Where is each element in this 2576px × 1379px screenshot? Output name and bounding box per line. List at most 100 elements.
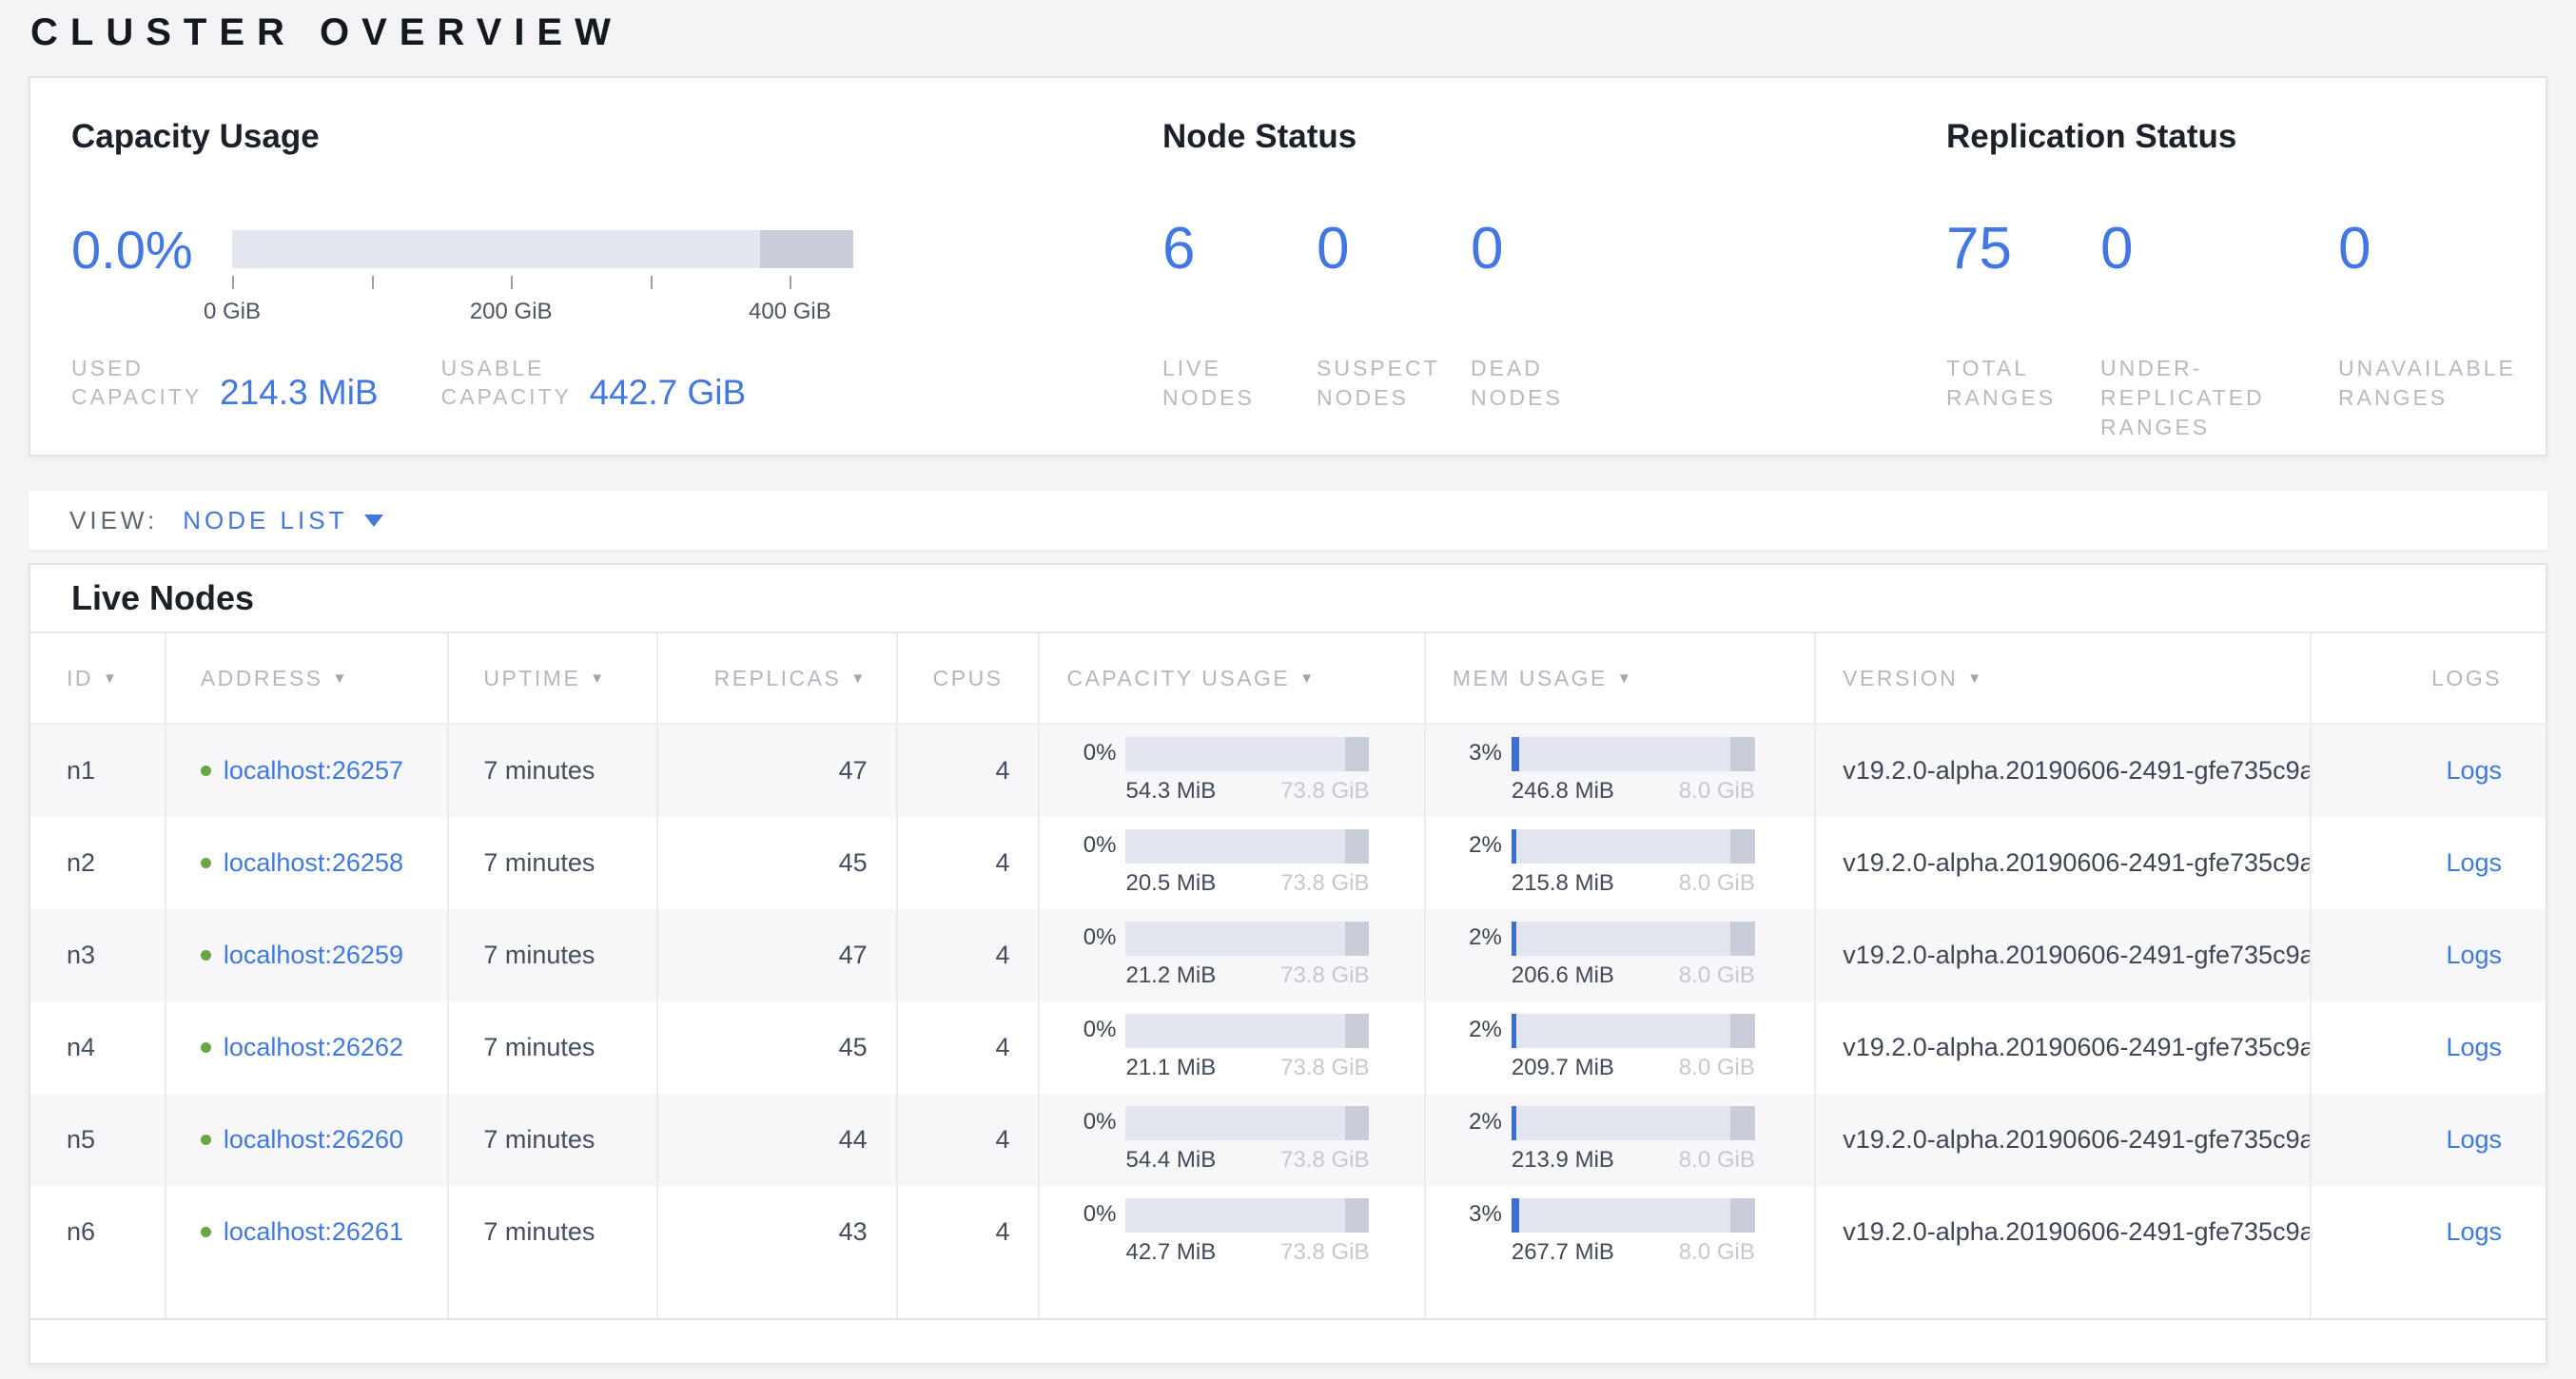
footer-cell [1816, 1278, 2312, 1318]
mem-bar-used-segment [1512, 829, 1516, 864]
live-nodes-panel: Live Nodes ID▼ADDRESS▼UPTIME▼REPLICAS▼CP… [29, 563, 2547, 1365]
footer-cell [166, 1278, 450, 1318]
cell-uptime: 7 minutes [449, 909, 658, 1001]
axis-tick [232, 276, 234, 289]
mem-usage: 2%215.8 MiB8.0 GiB [1453, 829, 1755, 897]
mem-usage-cell: 2% 213.9 MiB8.0 GiB [1426, 1094, 1816, 1186]
metric-label: UNDER-REPLICATED RANGES [2100, 354, 2338, 442]
footer-cell [1040, 1278, 1425, 1318]
table-row: n4localhost:262627 minutes4540%21.1 MiB7… [30, 1001, 2546, 1094]
cell-logs: Logs [2312, 725, 2546, 817]
version-text: v19.2.0-alpha.20190606-2491-gfe735c9a97 [1843, 1125, 2312, 1155]
mem-usage-cell: 2%206.6 MiB8.0 GiB [1426, 909, 1816, 1001]
capacity-used-percent: 0.0% [71, 219, 193, 281]
mem-usage-bar [1512, 1198, 1755, 1233]
address-link[interactable]: localhost:26259 [224, 941, 403, 970]
capacity-usage-cell: 0%54.3 MiB73.8 GiB [1040, 725, 1425, 817]
table-row: n3localhost:262597 minutes4740%21.2 MiB7… [30, 909, 2546, 1001]
column-header-replicas[interactable]: REPLICAS▼ [658, 633, 898, 723]
mem-usage-percent: 2% [1453, 1108, 1502, 1136]
logs-link[interactable]: Logs [2446, 1217, 2502, 1247]
metric-live-nodes: 6LIVE NODES [1162, 219, 1317, 413]
column-header-capacity-usage[interactable]: CAPACITY USAGE▼ [1040, 633, 1425, 723]
logs-link[interactable]: Logs [2446, 1125, 2502, 1155]
mem-usage-bar-block: 213.9 MiB8.0 GiB [1512, 1106, 1755, 1174]
mem-total-value: 8.0 GiB [1679, 1239, 1755, 1266]
sort-arrow-icon: ▼ [1967, 670, 1983, 687]
column-label: VERSION [1843, 666, 1958, 691]
address-link[interactable]: localhost:26257 [224, 756, 403, 786]
metric-label: DEAD NODES [1471, 354, 1625, 413]
cell-node-id: n5 [30, 1094, 166, 1186]
cell-uptime: 7 minutes [449, 725, 658, 817]
capacity-usage-percent: 0% [1066, 739, 1116, 767]
footer-cell [2312, 1278, 2546, 1318]
mem-usage-bar-block: 209.7 MiB8.0 GiB [1512, 1014, 1755, 1081]
table-footer-row [30, 1278, 2546, 1320]
logs-link[interactable]: Logs [2446, 941, 2502, 970]
logs-link[interactable]: Logs [2446, 848, 2502, 878]
capacity-used-value: 20.5 MiB [1125, 870, 1216, 897]
capacity-stat-value: 442.7 GiB [590, 375, 747, 411]
capacity-stat-label: USABLE CAPACITY [441, 354, 584, 411]
capacity-used-value: 54.3 MiB [1125, 778, 1216, 805]
cell-logs: Logs [2312, 1094, 2546, 1186]
mem-usage-bar-block: 215.8 MiB8.0 GiB [1512, 829, 1755, 897]
address-link[interactable]: localhost:26261 [224, 1217, 403, 1247]
capacity-usage: 0%42.7 MiB73.8 GiB [1066, 1198, 1369, 1266]
mem-usage: 3%246.8 MiB8.0 GiB [1453, 737, 1755, 805]
mem-bar-used-segment [1512, 1106, 1516, 1140]
axis-tick [511, 276, 513, 289]
capacity-usage-cell: 0%21.1 MiB73.8 GiB [1040, 1001, 1425, 1094]
cell-version: v19.2.0-alpha.20190606-2491-gfe735c9a97 [1816, 1186, 2312, 1278]
sort-arrow-icon: ▼ [850, 670, 867, 687]
column-header-logs: LOGS [2312, 633, 2546, 723]
mem-bar-reserved-segment [1730, 1198, 1755, 1233]
cell-logs: Logs [2312, 1186, 2546, 1278]
footer-cell [30, 1278, 166, 1318]
capacity-used-value: 54.4 MiB [1125, 1147, 1216, 1174]
column-header-version[interactable]: VERSION ▼ [1816, 633, 2312, 723]
cell-logs: Logs [2312, 909, 2546, 1001]
replication-status-metrics: 75TOTAL RANGES0UNDER-REPLICATED RANGES0U… [1946, 219, 2547, 442]
mem-bar-used-segment [1512, 922, 1516, 956]
mem-usage: 3%267.7 MiB8.0 GiB [1453, 1198, 1755, 1266]
capacity-usage-labels: 20.5 MiB73.8 GiB [1125, 870, 1369, 897]
address-link[interactable]: localhost:26260 [224, 1125, 403, 1155]
capacity-bar-reserved-segment [1345, 1198, 1370, 1233]
mem-usage-labels: 267.7 MiB8.0 GiB [1512, 1239, 1755, 1266]
address-link[interactable]: localhost:26258 [224, 848, 403, 878]
column-header-id[interactable]: ID▼ [30, 633, 166, 723]
view-dropdown[interactable]: NODE LIST [183, 506, 383, 535]
cell-uptime: 7 minutes [449, 1094, 658, 1186]
footer-cell [1426, 1278, 1816, 1318]
cell-version: v19.2.0-alpha.20190606-2491-gfe735c9a97 [1816, 725, 2312, 817]
metric-unavailable-ranges: 0UNAVAILABLE RANGES [2338, 219, 2547, 442]
node-live-status-dot [201, 1227, 211, 1237]
capacity-usage-labels: 54.4 MiB73.8 GiB [1125, 1147, 1369, 1174]
column-header-mem-usage[interactable]: MEM USAGE▼ [1426, 633, 1816, 723]
metric-value: 0 [2338, 219, 2547, 280]
logs-link[interactable]: Logs [2446, 1033, 2502, 1062]
capacity-bar-reserved-segment [1345, 829, 1370, 864]
mem-usage-cell: 3%246.8 MiB8.0 GiB [1426, 725, 1816, 817]
cell-cpus: 4 [898, 725, 1041, 817]
logs-link[interactable]: Logs [2446, 756, 2502, 786]
capacity-bar-reserved-segment [1345, 1014, 1370, 1048]
column-header-address[interactable]: ADDRESS▼ [166, 633, 450, 723]
address-link[interactable]: localhost:26262 [224, 1033, 403, 1062]
version-text: v19.2.0-alpha.20190606-2491-gfe735c9a97 [1843, 1217, 2312, 1247]
mem-bar-used-segment [1512, 737, 1519, 771]
table-row: n1localhost:262577 minutes4740%54.3 MiB7… [30, 725, 2546, 817]
capacity-total-value: 73.8 GiB [1280, 962, 1369, 989]
column-header-uptime[interactable]: UPTIME▼ [449, 633, 658, 723]
mem-usage-labels: 213.9 MiB8.0 GiB [1512, 1147, 1755, 1174]
axis-tick-label: 200 GiB [470, 299, 553, 325]
capacity-used-value: 21.2 MiB [1125, 962, 1216, 989]
table-row: n2localhost:262587 minutes4540%20.5 MiB7… [30, 817, 2546, 909]
mem-total-value: 8.0 GiB [1679, 1055, 1755, 1081]
cell-version: v19.2.0-alpha.20190606-2491-gfe735c9a97 [1816, 817, 2312, 909]
column-label: CPUS [933, 666, 1004, 691]
capacity-usage: 0%21.1 MiB73.8 GiB [1066, 1014, 1369, 1081]
mem-total-value: 8.0 GiB [1679, 1147, 1755, 1174]
